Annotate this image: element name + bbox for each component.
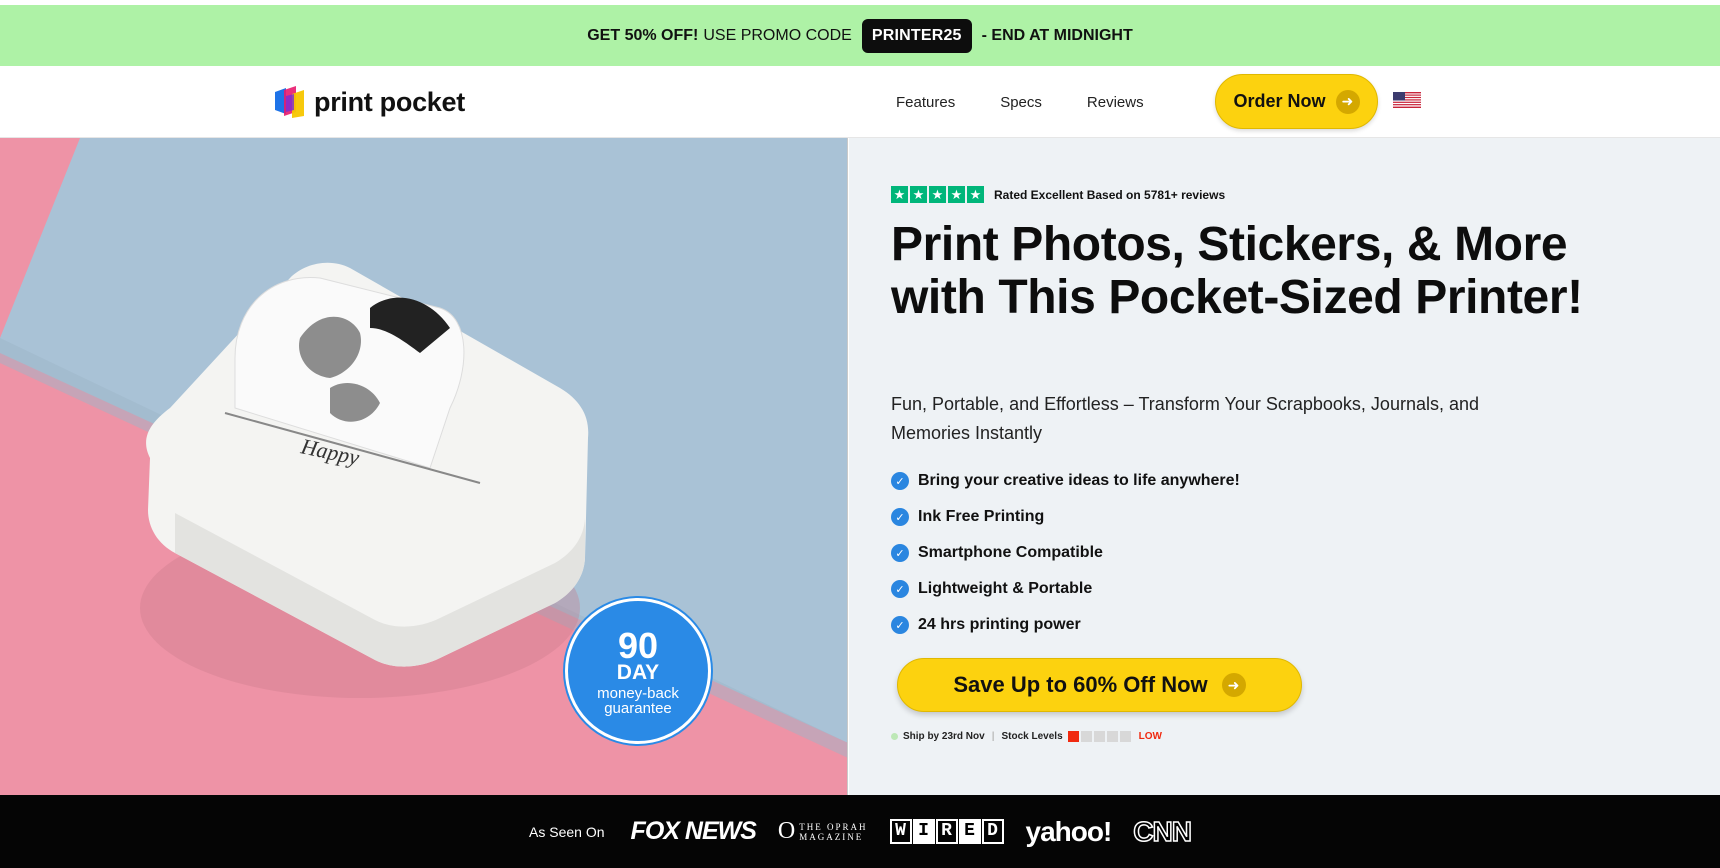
oprah-line1: THE OPRAH [799,821,868,832]
logo-mark-icon [275,86,304,118]
oprah-line2: MAGAZINE [799,831,864,842]
star-icon: ★ [967,186,984,203]
site-header: print pocket Features Specs Reviews Orde… [0,66,1720,138]
stock-bar [1093,731,1105,742]
oprah-o: O [777,818,796,844]
arrow-right-icon: ➜ [1221,673,1246,697]
wired-letter: W [889,819,912,844]
as-seen-on-strip: As Seen On FOX NEWS O THE OPRAH MAGAZINE … [0,795,1720,868]
wired-letter: D [981,819,1004,844]
rating-row: ★ ★ ★ ★ ★ Rated Excellent Based on 5781+… [891,186,1225,203]
star-icon: ★ [891,186,908,203]
badge-unit: DAY [616,660,660,684]
stock-bar [1106,731,1118,742]
check-icon: ✓ [891,508,909,526]
feature-text: 24 hrs printing power [918,616,1081,633]
check-icon: ✓ [891,472,909,490]
star-icon: ★ [948,186,965,203]
stock-level-text: LOW [1138,731,1162,742]
nav-reviews[interactable]: Reviews [1087,94,1144,111]
list-item: ✓ Smartphone Compatible [891,535,1240,571]
promo-lead: GET 50% OFF! [587,26,699,44]
rating-text: Rated Excellent Based on 5781+ reviews [994,187,1226,202]
stock-level-bars [1067,731,1131,742]
trustpilot-stars: ★ ★ ★ ★ ★ [891,186,984,203]
logo[interactable]: print pocket [272,84,465,120]
star-icon: ★ [910,186,927,203]
fox-news-logo: FOX NEWS [630,817,757,845]
badge-line2: guarantee [604,699,672,717]
check-icon: ✓ [891,580,909,598]
promo-deadline: - END AT MIDNIGHT [981,26,1133,44]
star-icon: ★ [929,186,946,203]
stock-indicator: Ship by 23rd Nov | Stock Levels LOW [891,731,1162,742]
money-back-badge: 90 DAY money-back guarantee [565,598,711,744]
divider: | [991,731,995,742]
as-seen-on-label: As Seen On [529,823,605,840]
page-title: Print Photos, Stickers, & More with This… [891,218,1583,324]
printer-photo: Happy [0,138,847,758]
stock-bar [1067,731,1079,742]
cnn-logo: CNN [1133,815,1193,848]
oprah-magazine-logo: O THE OPRAH MAGAZINE [778,818,868,845]
cta-label: Save Up to 60% Off Now [953,672,1208,697]
promo-banner: GET 50% OFF! USE PROMO CODE PRINTER25 - … [0,5,1720,66]
oprah-text: THE OPRAH MAGAZINE [799,822,867,842]
arrow-right-icon: ➜ [1335,89,1360,114]
list-item: ✓ Bring your creative ideas to life anywh… [891,463,1240,499]
stock-label: Stock Levels [1001,731,1063,742]
check-icon: ✓ [891,616,909,634]
yahoo-logo: yahoo! [1025,815,1113,847]
wired-logo: W I R E D [889,819,1004,844]
list-item: ✓ Ink Free Printing [891,499,1240,535]
promo-code: PRINTER25 [861,18,972,53]
feature-text: Lightweight & Portable [918,580,1093,597]
check-icon: ✓ [891,544,909,562]
hero-product-image: Happy 90 DAY money-back guarantee [0,138,848,795]
order-now-button[interactable]: Order Now ➜ [1215,74,1378,129]
ship-date: Ship by 23rd Nov [903,731,985,742]
wired-letter: R [935,819,958,844]
promo-middle: USE PROMO CODE [703,26,852,44]
stock-bar [1119,731,1131,742]
nav-specs[interactable]: Specs [1000,94,1042,111]
wired-letter: I [912,819,935,844]
list-item: ✓ Lightweight & Portable [891,571,1240,607]
main-nav: Features Specs Reviews [896,94,1144,111]
list-item: ✓ 24 hrs printing power [891,607,1240,643]
stock-bar [1080,731,1092,742]
hero-copy-panel: ★ ★ ★ ★ ★ Rated Excellent Based on 5781+… [849,138,1720,795]
feature-list: ✓ Bring your creative ideas to life anywh… [891,463,1240,643]
us-flag-icon[interactable] [1393,92,1421,108]
feature-text: Ink Free Printing [918,508,1045,525]
feature-text: Smartphone Compatible [918,544,1103,561]
order-now-label: Order Now [1233,91,1326,111]
nav-features[interactable]: Features [896,94,955,111]
status-dot-icon [891,733,898,740]
badge-line1: money-back [597,684,679,702]
badge-days: 90 [617,624,659,666]
save-offer-button[interactable]: Save Up to 60% Off Now ➜ [897,658,1302,712]
wired-letter: E [958,819,981,844]
logo-text: print pocket [314,86,465,117]
feature-text: Bring your creative ideas to life anywhe… [918,472,1240,489]
subheadline: Fun, Portable, and Effortless – Transfor… [891,394,1479,443]
